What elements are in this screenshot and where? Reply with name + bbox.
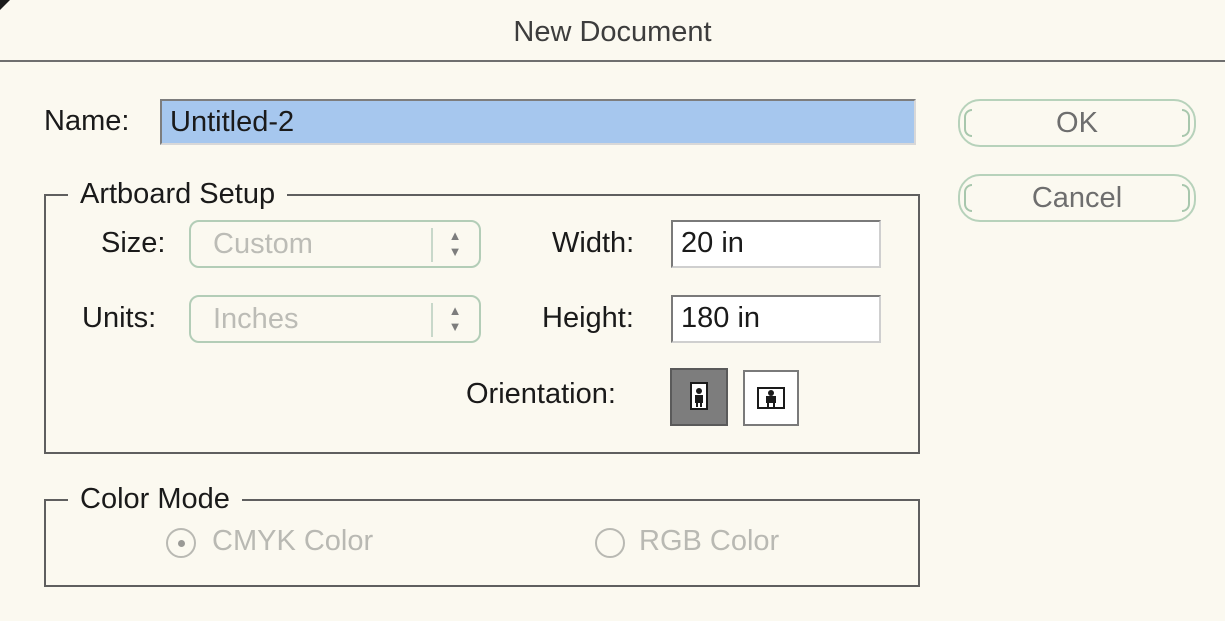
width-field[interactable]: 20 in xyxy=(671,220,881,268)
color-mode-title: Color Mode xyxy=(68,482,242,516)
button-cap-left xyxy=(964,109,972,137)
cmyk-color-radio[interactable] xyxy=(166,528,196,558)
button-cap-right xyxy=(1182,184,1190,212)
rgb-color-label: RGB Color xyxy=(639,525,780,557)
size-popup-value: Custom xyxy=(213,228,313,260)
units-label: Units: xyxy=(82,302,157,334)
rgb-color-radio[interactable] xyxy=(595,528,625,558)
popup-divider xyxy=(431,228,433,262)
button-cap-left xyxy=(964,184,972,212)
radio-selected-dot xyxy=(178,540,185,547)
button-cap-right xyxy=(1182,109,1190,137)
landscape-orientation-button[interactable] xyxy=(743,370,799,426)
units-popup-value: Inches xyxy=(213,303,299,335)
size-popup[interactable]: Custom ▲ ▼ xyxy=(189,220,481,268)
name-input[interactable]: Untitled-2 xyxy=(160,99,916,145)
ok-button[interactable]: OK xyxy=(958,99,1196,147)
landscape-icon xyxy=(757,387,785,409)
dialog-title: New Document xyxy=(0,0,1225,62)
popup-divider xyxy=(431,303,433,337)
cmyk-color-label: CMYK Color xyxy=(212,525,374,557)
portrait-icon xyxy=(690,382,708,410)
size-label: Size: xyxy=(101,227,166,259)
ok-button-label: OK xyxy=(1056,107,1098,139)
artboard-setup-title: Artboard Setup xyxy=(68,177,288,211)
updown-arrows-icon: ▲ ▼ xyxy=(448,303,462,334)
new-document-dialog: New Document Name: Untitled-2 OK Cancel … xyxy=(0,0,1225,621)
height-label: Height: xyxy=(542,302,634,334)
orientation-label: Orientation: xyxy=(466,378,616,410)
width-label: Width: xyxy=(552,227,635,259)
height-field[interactable]: 180 in xyxy=(671,295,881,343)
name-label: Name: xyxy=(44,105,130,137)
cancel-button-label: Cancel xyxy=(1031,182,1123,214)
units-popup[interactable]: Inches ▲ ▼ xyxy=(189,295,481,343)
portrait-orientation-button[interactable] xyxy=(670,368,728,426)
cancel-button[interactable]: Cancel xyxy=(958,174,1196,222)
updown-arrows-icon: ▲ ▼ xyxy=(448,228,462,259)
